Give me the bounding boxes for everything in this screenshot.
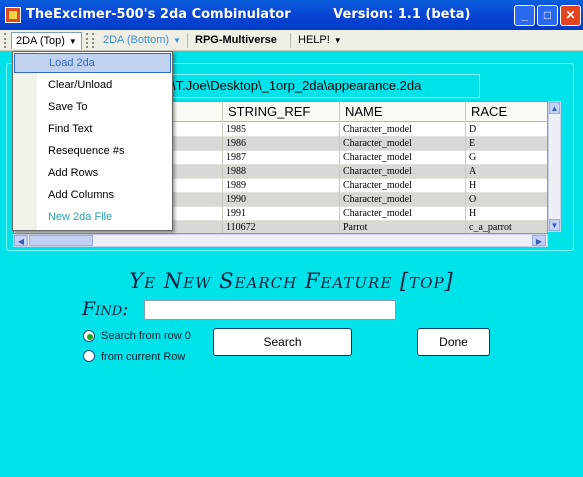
grid-cell[interactable]: Character_model [340,165,466,179]
radio-from-current-row[interactable] [83,350,95,362]
find-input[interactable] [144,300,396,320]
grid-cell[interactable]: 1991 [223,207,340,221]
radio-search-from-row-0-label: Search from row 0 [101,330,191,342]
separator [187,33,190,48]
grid-cell[interactable]: Character_model [340,123,466,137]
grid-cell[interactable]: H [466,179,547,193]
scroll-thumb[interactable] [29,235,93,246]
done-button[interactable]: Done [417,328,490,356]
menu-item-add-columns[interactable]: Add Columns [14,185,171,205]
menu-item-new-2da-file[interactable]: New 2da File [14,207,171,227]
title-bar: TheExcimer-500's 2da Combinulator Versio… [0,0,583,30]
menu-item-save-to[interactable]: Save To [14,97,171,117]
menu-item-load-2da[interactable]: Load 2da [14,53,171,73]
grid-cell[interactable]: E [466,137,547,151]
minimize-icon: _ [521,8,528,22]
menu-item-resequence[interactable]: Resequence #s [14,141,171,161]
find-label: Find: [82,298,129,320]
grid-cell[interactable]: 1989 [223,179,340,193]
grip-icon[interactable] [92,33,95,48]
grid-cell[interactable]: 110672 [223,221,340,233]
minimize-button[interactable]: _ [514,5,535,26]
window-version: Version: 1.1 (beta) [333,7,471,22]
scroll-right-icon[interactable]: ▶ [532,235,546,246]
menu-2da-bottom[interactable]: 2DA (Bottom) ▼ [99,32,185,49]
menu-help-label: HELP! [298,34,330,46]
file-path-field[interactable]: \T.Joe\Desktop\_1orp_2da\appearance.2da [160,74,480,98]
menu-item-clear-unload[interactable]: Clear/Unload [14,75,171,95]
column-header-race[interactable]: RACE [466,102,547,122]
menu-2da-top[interactable]: 2DA (Top) ▼ [11,32,82,49]
horizontal-scrollbar[interactable]: ◀ ▶ [13,234,548,247]
grid-cell[interactable]: D [466,123,547,137]
radio-search-from-row-0[interactable] [83,330,95,342]
maximize-button[interactable]: □ [537,5,558,26]
column-header-name[interactable]: NAME [340,102,466,122]
grip-icon[interactable] [86,33,89,48]
scroll-left-icon[interactable]: ◀ [14,235,28,246]
grid-cell[interactable]: Character_model [340,207,466,221]
menu-rpg-multiverse-label: RPG-Multiverse [195,34,277,46]
search-feature-title: Ye New Search Feature [top] [129,269,454,293]
window-title-text: TheExcimer-500's 2da Combinulator [26,7,291,22]
column-header-string-ref[interactable]: STRING_REF [223,102,340,122]
close-icon: ✕ [565,8,576,22]
grid-cell[interactable]: 1988 [223,165,340,179]
menu-help[interactable]: HELP! ▼ [294,32,346,49]
chevron-down-icon: ▼ [68,37,77,46]
menu-item-add-rows[interactable]: Add Rows [14,163,171,183]
grid-cell[interactable]: 1985 [223,123,340,137]
grid-cell[interactable]: Character_model [340,193,466,207]
scroll-down-icon[interactable]: ▼ [549,219,560,231]
menu-2da-bottom-label: 2DA (Bottom) [103,34,170,46]
grid-cell[interactable]: 1986 [223,137,340,151]
scroll-up-icon[interactable]: ▲ [549,102,560,114]
chevron-down-icon: ▼ [173,36,181,45]
grid-cell[interactable]: G [466,151,547,165]
window-title: TheExcimer-500's 2da Combinulator Versio… [26,7,470,22]
grid-cell[interactable]: 1990 [223,193,340,207]
grid-cell[interactable]: Character_model [340,137,466,151]
menu-2da-top-label: 2DA (Top) [16,35,65,47]
grid-cell[interactable]: O [466,193,547,207]
menu-item-find-text[interactable]: Find Text [14,119,171,139]
app-icon[interactable] [5,7,21,23]
grid-cell[interactable]: c_a_parrot [466,221,547,233]
vertical-scrollbar[interactable]: ▲ ▼ [548,101,561,232]
separator [290,33,293,48]
grip-icon[interactable] [4,33,7,48]
grid-cell[interactable]: 1987 [223,151,340,165]
maximize-icon: □ [543,8,552,22]
dropdown-menu-2da-top: Load 2da Clear/Unload Save To Find Text … [12,51,173,231]
menu-rpg-multiverse[interactable]: RPG-Multiverse [191,32,281,49]
menu-strip: 2DA (Top) ▼ 2DA (Bottom) ▼ RPG-Multiverse … [0,30,583,51]
chevron-down-icon: ▼ [333,36,342,45]
grid-cell[interactable]: Character_model [340,179,466,193]
grid-cell[interactable]: Character_model [340,151,466,165]
grid-cell[interactable]: Parrot [340,221,466,233]
close-button[interactable]: ✕ [560,5,581,26]
radio-from-current-row-label: from current Row [101,351,186,363]
grid-cell[interactable]: A [466,165,547,179]
search-button[interactable]: Search [213,328,352,356]
grid-cell[interactable]: H [466,207,547,221]
